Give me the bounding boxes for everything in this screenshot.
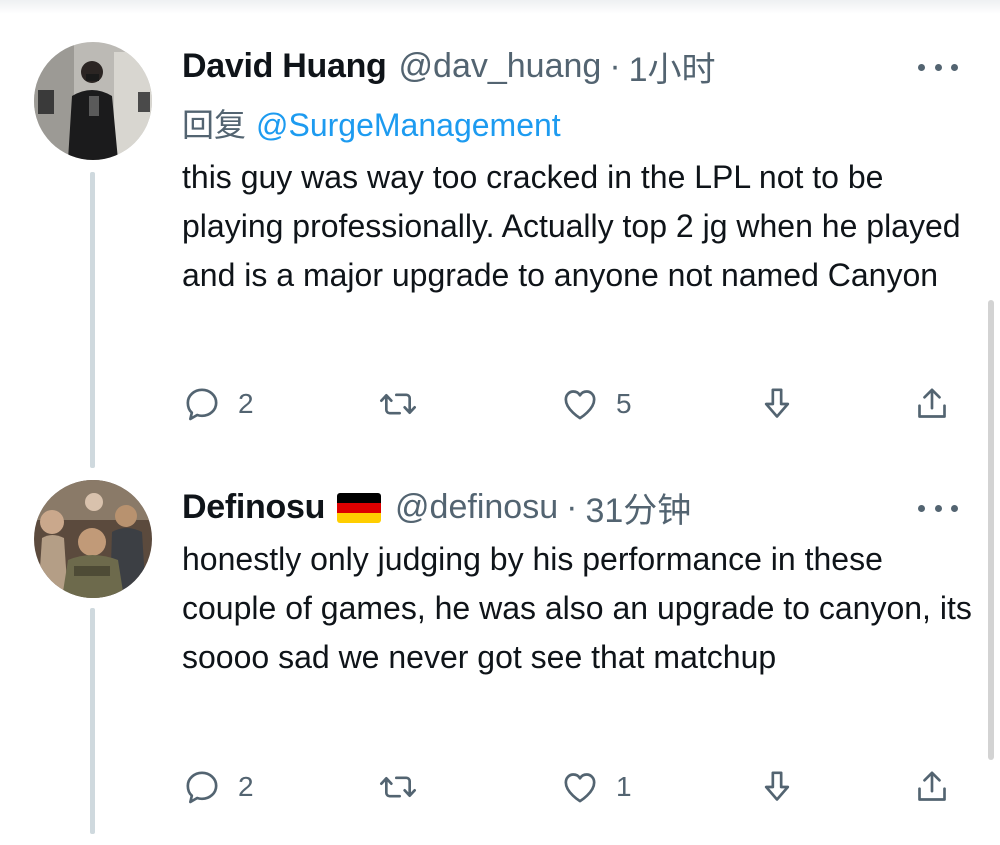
retweet-button[interactable] xyxy=(378,382,434,426)
like-icon xyxy=(564,390,596,420)
display-name[interactable]: Definosu xyxy=(182,488,325,527)
reply-button[interactable]: 2 xyxy=(182,765,254,809)
more-icon[interactable] xyxy=(918,501,958,515)
tweet-text: honestly only judging by his performance… xyxy=(182,541,972,675)
germany-flag-icon xyxy=(337,493,382,523)
download-button[interactable] xyxy=(757,382,797,426)
avatar-image xyxy=(34,480,152,598)
separator: · xyxy=(609,46,621,85)
reply-button[interactable]: 2 xyxy=(182,382,254,426)
tweet-header: David Huang @dav_huang · 1小时 xyxy=(182,42,716,91)
reply-count: 2 xyxy=(238,388,254,419)
avatar[interactable] xyxy=(34,480,152,598)
share-icon xyxy=(918,771,946,801)
share-button[interactable] xyxy=(912,382,952,426)
mention-link[interactable]: @SurgeManagement xyxy=(256,107,561,143)
handle[interactable]: @definosu xyxy=(395,488,558,527)
reply-count: 2 xyxy=(238,771,254,802)
download-icon xyxy=(764,388,790,418)
like-button[interactable]: 1 xyxy=(560,765,632,809)
reply-context: 回复 @SurgeManagement xyxy=(182,100,561,146)
like-count: 1 xyxy=(616,771,632,802)
reply-icon xyxy=(186,388,218,421)
retweet-button[interactable] xyxy=(378,765,434,809)
download-icon xyxy=(764,771,790,801)
reply-label: 回复 xyxy=(182,107,247,143)
retweet-icon xyxy=(380,393,416,415)
more-icon[interactable] xyxy=(918,60,958,74)
retweet-icon xyxy=(380,776,416,798)
separator: · xyxy=(566,487,578,526)
thread-line xyxy=(90,172,95,468)
avatar[interactable] xyxy=(34,42,152,160)
thread-line xyxy=(90,608,95,834)
like-button[interactable]: 5 xyxy=(560,382,632,426)
tweet-text: this guy was way too cracked in the LPL … xyxy=(182,159,961,293)
like-icon xyxy=(564,773,596,803)
action-bar: 2 5 xyxy=(182,382,962,426)
timestamp[interactable]: 1小时 xyxy=(629,42,716,91)
tweet[interactable]: Definosu @definosu · 31分钟 honestly only … xyxy=(0,480,1000,845)
tweet[interactable]: David Huang @dav_huang · 1小时 回复 @SurgeMan… xyxy=(0,0,1000,480)
download-button[interactable] xyxy=(757,765,797,809)
handle[interactable]: @dav_huang xyxy=(399,47,602,86)
action-bar: 2 1 xyxy=(182,765,962,809)
avatar-image xyxy=(34,42,152,160)
tweet-header: Definosu @definosu · 31分钟 xyxy=(182,483,691,532)
timestamp[interactable]: 31分钟 xyxy=(585,483,691,532)
display-name[interactable]: David Huang xyxy=(182,47,387,86)
reply-icon xyxy=(186,771,218,804)
like-count: 5 xyxy=(616,388,632,419)
share-icon xyxy=(918,388,946,418)
share-button[interactable] xyxy=(912,765,952,809)
scrollbar[interactable] xyxy=(988,300,994,760)
